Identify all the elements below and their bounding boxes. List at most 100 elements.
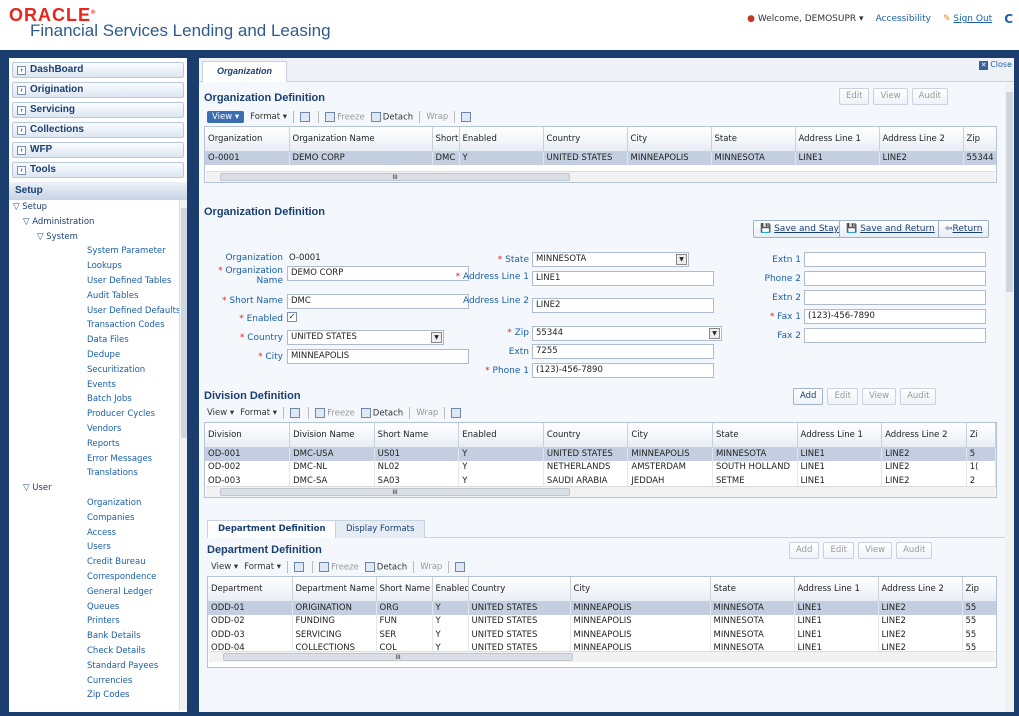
addr1-input[interactable]: LINE1 <box>532 271 714 286</box>
tree-item[interactable]: ▽ Setup <box>9 200 179 215</box>
tree-item[interactable]: Correspondence <box>9 570 179 585</box>
tree-item[interactable]: Data Files <box>9 333 179 348</box>
format-menu[interactable]: Format ▾ <box>244 562 281 572</box>
table-row[interactable]: ODD-02 FUNDING FUN Y UNITED STATES MINNEAPOLI… <box>208 614 996 628</box>
tree-item[interactable]: Zip Codes <box>9 688 179 703</box>
accessibility-link[interactable]: Accessibility <box>876 14 931 24</box>
scroll-thumb[interactable] <box>1006 92 1013 292</box>
view-menu[interactable]: View ▾ <box>207 111 245 123</box>
column-header[interactable]: Department <box>208 577 293 602</box>
audit-button[interactable]: Audit <box>900 388 937 405</box>
column-header[interactable]: Address Line 2 <box>881 423 967 448</box>
nav-dashboard[interactable]: › DashBoard <box>12 62 184 78</box>
tree-item[interactable]: System Parameter <box>9 244 179 259</box>
extn-input[interactable]: 7255 <box>532 344 714 359</box>
column-header[interactable]: Zip <box>963 127 996 152</box>
tree-item[interactable]: Companies <box>9 511 179 526</box>
view-button[interactable]: View <box>861 388 897 405</box>
phone2-input[interactable] <box>804 271 986 286</box>
zip-select[interactable]: 55344 ▼ <box>532 326 722 341</box>
h-scrollbar[interactable]: III <box>209 651 995 662</box>
column-header[interactable]: State <box>711 127 796 152</box>
column-header[interactable]: Zip <box>962 577 996 602</box>
refresh-icon[interactable] <box>451 408 462 418</box>
table-row[interactable]: ODD-01 ORIGINATION ORG Y UNITED STATES MINNEA… <box>208 601 996 615</box>
nav-origination[interactable]: › Origination <box>12 82 184 98</box>
user-menu[interactable]: ● Welcome, DEMOSUPR ▾ <box>747 14 863 24</box>
tree-item[interactable]: Bank Details <box>9 629 179 644</box>
tree-item[interactable]: General Ledger <box>9 585 179 600</box>
table-row[interactable]: OD-001 DMC-USA US01 Y UNITED STATES MINNEAPOL… <box>205 447 996 461</box>
nav-collections[interactable]: › Collections <box>12 122 184 138</box>
tree-item[interactable]: Lookups <box>9 259 179 274</box>
freeze-button[interactable]: Freeze <box>319 561 359 572</box>
sign-out-link[interactable]: ✎ Sign Out <box>943 14 992 24</box>
tree-item[interactable]: User Defined Tables <box>9 274 179 289</box>
column-header[interactable]: City <box>627 127 712 152</box>
tree-item[interactable]: Organization <box>9 496 179 511</box>
wrap-button[interactable]: Wrap <box>416 408 438 418</box>
tree-item[interactable]: Audit Tables <box>9 289 179 304</box>
return-button[interactable]: ⇦Return <box>938 220 990 238</box>
audit-button[interactable]: Audit <box>911 88 948 105</box>
table-row[interactable]: ODD-03 SERVICING SER Y UNITED STATES MINNEAPO… <box>208 628 996 642</box>
tree-item[interactable]: ▽ User <box>9 481 179 496</box>
tree-item[interactable]: Check Details <box>9 644 179 659</box>
column-header[interactable]: Organization <box>205 127 290 152</box>
view-button[interactable]: View <box>873 88 908 105</box>
tree-item[interactable]: Access <box>9 526 179 541</box>
nav-tools[interactable]: › Tools <box>12 162 184 178</box>
tab-organization[interactable]: Organization <box>202 61 288 82</box>
tree-item[interactable]: Batch Jobs <box>9 392 179 407</box>
tree-item[interactable]: Error Messages <box>9 452 179 467</box>
column-header[interactable]: Short Name <box>376 577 433 602</box>
addr2-input[interactable]: LINE2 <box>532 298 714 313</box>
column-header[interactable]: Organization Name <box>289 127 433 152</box>
column-header[interactable]: Enabled <box>459 127 544 152</box>
help-icon[interactable]: C <box>1004 12 1013 26</box>
view-menu[interactable]: View ▾ <box>207 408 234 418</box>
tab-display-formats[interactable]: Display Formats <box>335 520 426 538</box>
sidebar-scrollbar[interactable] <box>179 200 187 710</box>
column-header[interactable]: Short Name <box>432 127 460 152</box>
column-header[interactable]: Enabled <box>458 423 544 448</box>
phone1-input[interactable]: (123)-456-7890 <box>532 363 714 378</box>
detach-button[interactable]: Detach <box>370 111 413 122</box>
column-header[interactable]: Address Line 2 <box>879 127 964 152</box>
tree-item[interactable]: Standard Payees <box>9 659 179 674</box>
tree-item[interactable]: Reports <box>9 437 179 452</box>
tree-item[interactable]: ▽ System <box>9 230 179 245</box>
fax2-input[interactable] <box>804 328 986 343</box>
save-and-stay-button[interactable]: 💾 Save and Stay <box>753 220 846 238</box>
state-select[interactable]: MINNESOTA ▼ <box>532 252 689 267</box>
tree-item[interactable]: Dedupe <box>9 348 179 363</box>
table-row[interactable]: O-0001 DEMO CORP DMC Y UNITED STATES MINNEAPO… <box>205 151 996 165</box>
column-header[interactable]: State <box>712 423 798 448</box>
nav-wfp[interactable]: › WFP <box>12 142 184 158</box>
country-select[interactable]: UNITED STATES ▼ <box>287 330 444 345</box>
tree-item[interactable]: Transaction Codes <box>9 318 179 333</box>
column-header[interactable]: Address Line 2 <box>878 577 963 602</box>
column-header[interactable]: Address Line 1 <box>794 577 879 602</box>
tree-item[interactable]: Events <box>9 378 179 393</box>
format-menu[interactable]: Format ▾ <box>250 112 287 122</box>
tree-item[interactable]: ▽ Administration <box>9 215 179 230</box>
add-button[interactable]: Add <box>789 542 820 559</box>
scroll-thumb[interactable] <box>181 208 187 438</box>
city-input[interactable]: MINNEAPOLIS <box>287 349 469 364</box>
refresh-icon[interactable] <box>455 562 466 572</box>
audit-button[interactable]: Audit <box>896 542 933 559</box>
export-icon[interactable] <box>290 408 301 418</box>
freeze-button[interactable]: Freeze <box>325 111 365 122</box>
org-name-input[interactable]: DEMO CORP <box>287 266 469 281</box>
view-button[interactable]: View <box>857 542 893 559</box>
nav-servicing[interactable]: › Servicing <box>12 102 184 118</box>
column-header[interactable]: Enabled <box>432 577 469 602</box>
tree-item[interactable]: Queues <box>9 600 179 615</box>
column-header[interactable]: Country <box>543 423 629 448</box>
column-header[interactable]: Country <box>468 577 571 602</box>
h-scrollbar[interactable]: III <box>206 486 995 497</box>
edit-button[interactable]: Edit <box>823 542 854 559</box>
short-name-input[interactable]: DMC <box>287 294 469 309</box>
column-header[interactable]: Address Line 1 <box>797 423 883 448</box>
